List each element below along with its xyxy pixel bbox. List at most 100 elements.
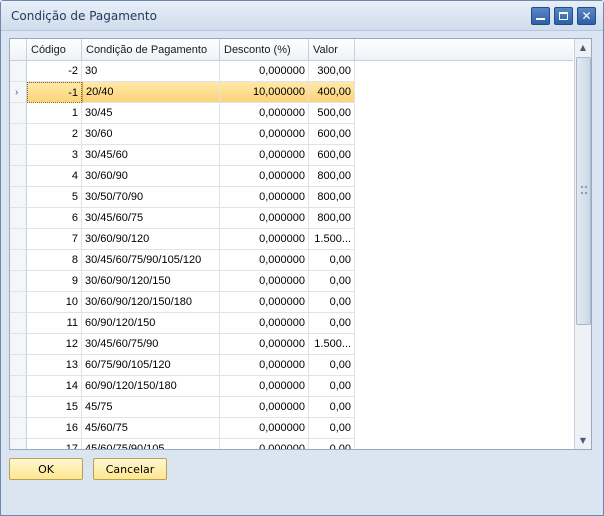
cell-desconto[interactable]: 0,000000 [220,292,309,313]
row-selector[interactable]: › [10,82,27,103]
cell-valor[interactable]: 0,00 [309,292,355,313]
minimize-button[interactable] [531,7,550,25]
cell-desconto[interactable]: 0,000000 [220,208,309,229]
cell-valor[interactable]: 600,00 [309,124,355,145]
column-header-valor[interactable]: Valor [309,39,355,61]
cell-desconto[interactable]: 0,000000 [220,439,309,449]
cell-condicao[interactable]: 30/45/60/75/90 [82,334,220,355]
payment-terms-grid[interactable]: Código Condição de Pagamento Desconto (%… [9,38,592,450]
table-row[interactable]: 1 30/45 0,000000 500,00 [10,103,355,124]
cell-valor[interactable]: 0,00 [309,250,355,271]
cell-desconto[interactable]: 0,000000 [220,355,309,376]
table-row[interactable]: 12 30/45/60/75/90 0,000000 1.500... [10,334,355,355]
table-row[interactable]: 13 60/75/90/105/120 0,000000 0,00 [10,355,355,376]
cell-codigo[interactable]: 12 [27,334,82,355]
cell-desconto[interactable]: 0,000000 [220,250,309,271]
cell-condicao[interactable]: 45/60/75 [82,418,220,439]
cell-codigo[interactable]: 14 [27,376,82,397]
column-header-desconto[interactable]: Desconto (%) [220,39,309,61]
row-selector[interactable] [10,229,27,250]
cell-valor[interactable]: 400,00 [309,82,355,103]
header-row-selector[interactable] [10,39,27,61]
cell-codigo[interactable]: 2 [27,124,82,145]
row-selector[interactable] [10,376,27,397]
cell-condicao[interactable]: 20/40 [82,82,220,103]
cell-condicao[interactable]: 60/75/90/105/120 [82,355,220,376]
cell-codigo[interactable]: 16 [27,418,82,439]
table-row[interactable]: 15 45/75 0,000000 0,00 [10,397,355,418]
cell-valor[interactable]: 800,00 [309,187,355,208]
scrollbar-thumb[interactable] [576,57,591,325]
cell-codigo[interactable]: -2 [27,61,82,82]
cell-condicao[interactable]: 60/90/120/150/180 [82,376,220,397]
cell-codigo[interactable]: 5 [27,187,82,208]
cell-codigo[interactable]: -1 [27,82,82,103]
table-row[interactable]: 14 60/90/120/150/180 0,000000 0,00 [10,376,355,397]
row-selector[interactable] [10,124,27,145]
table-row[interactable]: 4 30/60/90 0,000000 800,00 [10,166,355,187]
cell-codigo[interactable]: 10 [27,292,82,313]
cell-valor[interactable]: 0,00 [309,439,355,449]
cell-desconto[interactable]: 10,000000 [220,82,309,103]
table-row[interactable]: › -1 20/40 10,000000 400,00 [10,82,355,103]
cell-desconto[interactable]: 0,000000 [220,166,309,187]
cell-condicao[interactable]: 30/45 [82,103,220,124]
cell-condicao[interactable]: 30/60 [82,124,220,145]
cell-valor[interactable]: 0,00 [309,418,355,439]
row-selector[interactable] [10,355,27,376]
cell-valor[interactable]: 0,00 [309,397,355,418]
row-selector[interactable] [10,145,27,166]
cell-desconto[interactable]: 0,000000 [220,61,309,82]
row-selector[interactable] [10,292,27,313]
row-selector[interactable] [10,439,27,449]
cell-codigo[interactable]: 11 [27,313,82,334]
cell-codigo[interactable]: 6 [27,208,82,229]
cell-valor[interactable]: 800,00 [309,166,355,187]
maximize-button[interactable] [554,7,573,25]
row-selector[interactable] [10,208,27,229]
table-row[interactable]: 2 30/60 0,000000 600,00 [10,124,355,145]
cell-valor[interactable]: 0,00 [309,271,355,292]
cell-condicao[interactable]: 45/60/75/90/105 [82,439,220,449]
cell-desconto[interactable]: 0,000000 [220,313,309,334]
cell-desconto[interactable]: 0,000000 [220,229,309,250]
cell-desconto[interactable]: 0,000000 [220,145,309,166]
cell-condicao[interactable]: 60/90/120/150 [82,313,220,334]
row-selector[interactable] [10,103,27,124]
table-row[interactable]: 16 45/60/75 0,000000 0,00 [10,418,355,439]
cell-desconto[interactable]: 0,000000 [220,187,309,208]
table-row[interactable]: 11 60/90/120/150 0,000000 0,00 [10,313,355,334]
cell-condicao[interactable]: 30/45/60 [82,145,220,166]
row-selector[interactable] [10,334,27,355]
cell-valor[interactable]: 800,00 [309,208,355,229]
cell-desconto[interactable]: 0,000000 [220,397,309,418]
cell-codigo[interactable]: 13 [27,355,82,376]
cell-valor[interactable]: 0,00 [309,313,355,334]
cell-codigo[interactable]: 8 [27,250,82,271]
cell-codigo[interactable]: 9 [27,271,82,292]
table-row[interactable]: 9 30/60/90/120/150 0,000000 0,00 [10,271,355,292]
row-selector[interactable] [10,61,27,82]
cell-condicao[interactable]: 30/60/90/120/150/180 [82,292,220,313]
cell-codigo[interactable]: 17 [27,439,82,449]
table-row[interactable]: 3 30/45/60 0,000000 600,00 [10,145,355,166]
cell-codigo[interactable]: 7 [27,229,82,250]
table-row[interactable]: 10 30/60/90/120/150/180 0,000000 0,00 [10,292,355,313]
cell-desconto[interactable]: 0,000000 [220,271,309,292]
cell-condicao[interactable]: 30/60/90/120/150 [82,271,220,292]
table-row[interactable]: 5 30/50/70/90 0,000000 800,00 [10,187,355,208]
cell-codigo[interactable]: 1 [27,103,82,124]
row-selector[interactable] [10,187,27,208]
column-header-condicao[interactable]: Condição de Pagamento [82,39,220,61]
row-selector[interactable] [10,250,27,271]
row-selector[interactable] [10,166,27,187]
row-selector[interactable] [10,418,27,439]
cell-condicao[interactable]: 30 [82,61,220,82]
cell-valor[interactable]: 0,00 [309,355,355,376]
cell-condicao[interactable]: 30/60/90/120 [82,229,220,250]
table-row[interactable]: -2 30 0,000000 300,00 [10,61,355,82]
row-selector[interactable] [10,313,27,334]
cell-desconto[interactable]: 0,000000 [220,103,309,124]
scroll-up-icon[interactable]: ▲ [575,39,591,56]
cell-valor[interactable]: 600,00 [309,145,355,166]
